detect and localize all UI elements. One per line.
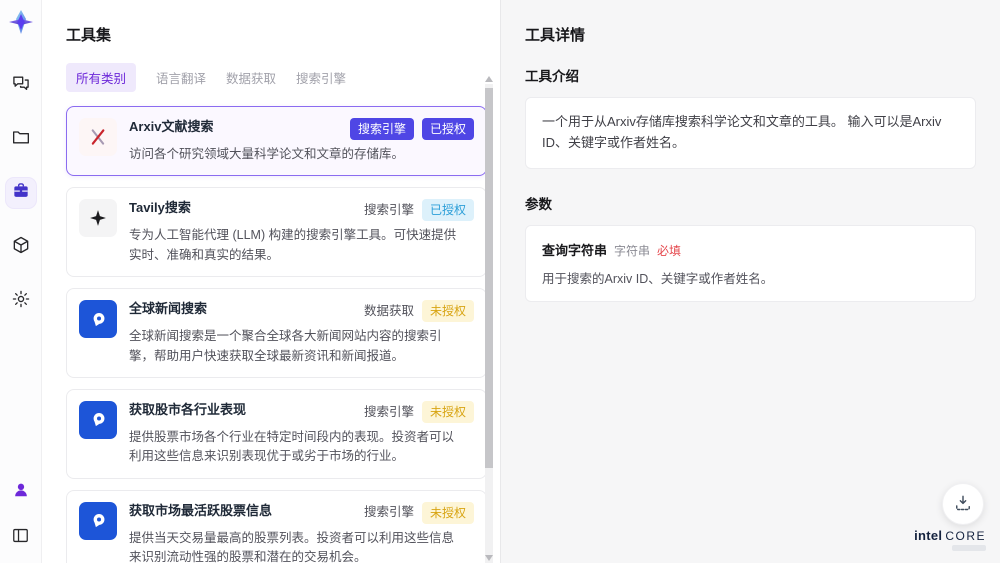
- download-button[interactable]: [942, 483, 984, 525]
- category-badge: 搜索引擎: [363, 404, 414, 419]
- auth-status-badge: 未授权: [421, 400, 474, 423]
- toolbox-icon: [11, 181, 31, 206]
- intro-box: 一个用于从Arxiv存储库搜索科学论文和文章的工具。 输入可以是Arxiv ID…: [525, 97, 976, 169]
- tab-所有类别[interactable]: 所有类别: [66, 63, 137, 92]
- auth-status-badge: 已授权: [421, 199, 474, 222]
- tool-description: 提供股票市场各个行业在特定时间段内的表现。投资者可以利用这些信息来识别表现优于或…: [129, 429, 455, 464]
- tool-description: 全球新闻搜索是一个聚合全球各大新闻网站内容的搜索引擎，帮助用户快速获取全球最新资…: [129, 329, 442, 363]
- arxiv-logo-icon: [79, 118, 117, 156]
- star-icon: [79, 199, 117, 238]
- category-badge: 搜索引擎: [363, 203, 414, 218]
- sidebar-item-user[interactable]: [6, 477, 36, 507]
- folder-icon: [11, 127, 31, 152]
- auth-status-badge: 未授权: [421, 501, 474, 524]
- chat-icon: [11, 73, 31, 98]
- app-window: 工具集 所有类别 语言翻译 数据获取 搜索引擎 Arxiv文献搜索 搜索引擎 已授权 …: [0, 0, 1000, 563]
- params-heading: 参数: [525, 196, 552, 212]
- sidebar-item-folder[interactable]: [6, 124, 36, 154]
- news-globe-icon: [79, 300, 117, 339]
- category-badge: 搜索引擎: [349, 118, 414, 140]
- tool-description: 专为人工智能代理 (LLM) 构建的搜索引擎工具。可快速提供实时、准确和真实的结…: [129, 228, 457, 262]
- tool-name: 获取股市各行业表现: [129, 401, 247, 417]
- sidebar-nav: [5, 70, 36, 316]
- tool-name: Arxiv文献搜索: [129, 119, 214, 134]
- tool-description: 提供当天交易量最高的股票列表。投资者可以利用这些信息来识别流动性强的股票和潜在的…: [129, 530, 455, 563]
- scrollbar[interactable]: [485, 76, 493, 563]
- settings-gear-icon: [11, 289, 31, 314]
- auth-status-badge: 未授权: [421, 300, 474, 323]
- sidebar: [0, 0, 42, 563]
- sidebar-item-panel-toggle[interactable]: [6, 523, 36, 553]
- param-description: 用于搜索的Arxiv ID、关键字或作者姓名。: [542, 271, 774, 286]
- category-tabs: 所有类别 语言翻译 数据获取 搜索引擎: [66, 63, 500, 92]
- tool-list: Arxiv文献搜索 搜索引擎 已授权 访问各个研究领域大量科学论文和文章的存储库…: [66, 106, 487, 563]
- sidebar-item-toolbox[interactable]: [5, 178, 36, 208]
- page-title: 工具集: [66, 27, 112, 44]
- sidebar-item-settings-gear[interactable]: [6, 286, 36, 316]
- param-required-badge: 必填: [657, 243, 682, 258]
- tool-card[interactable]: Tavily搜索 搜索引擎 已授权 专为人工智能代理 (LLM) 构建的搜索引擎…: [66, 187, 487, 278]
- tool-card[interactable]: 获取股市各行业表现 搜索引擎 未授权 提供股票市场各个行业在特定时间段内的表现。…: [66, 388, 487, 479]
- scrollbar-thumb[interactable]: [485, 88, 493, 468]
- auth-status-badge: 已授权: [421, 118, 474, 140]
- scroll-up-arrow-icon[interactable]: [485, 76, 493, 82]
- intel-core-logo: intel core: [914, 528, 986, 551]
- tab-数据获取[interactable]: 数据获取: [226, 63, 276, 92]
- cube-icon: [11, 235, 31, 260]
- download-icon: [953, 493, 973, 516]
- tool-detail-panel: 工具详情 工具介绍 一个用于从Arxiv存储库搜索科学论文和文章的工具。 输入可…: [500, 0, 1000, 563]
- category-badge: 数据获取: [363, 303, 414, 318]
- param-head: 查询字符串 字符串 必填: [542, 240, 959, 259]
- tool-card[interactable]: Arxiv文献搜索 搜索引擎 已授权 访问各个研究领域大量科学论文和文章的存储库…: [66, 106, 487, 177]
- scroll-down-arrow-icon[interactable]: [485, 555, 493, 561]
- tool-card[interactable]: 获取市场最活跃股票信息 搜索引擎 未授权 提供当天交易量最高的股票列表。投资者可…: [66, 489, 487, 563]
- tool-name: Tavily搜索: [129, 200, 191, 216]
- tool-card[interactable]: 全球新闻搜索 数据获取 未授权 全球新闻搜索是一个聚合全球各大新闻网站内容的搜索…: [66, 288, 487, 378]
- tab-语言翻译[interactable]: 语言翻译: [156, 63, 206, 92]
- category-badge: 搜索引擎: [363, 505, 414, 520]
- app-logo-diamond-icon[interactable]: [7, 8, 35, 36]
- detail-title: 工具详情: [525, 27, 586, 44]
- tool-description: 访问各个研究领域大量科学论文和文章的存储库。: [129, 147, 405, 161]
- param-type: 字符串: [614, 243, 651, 258]
- sidebar-bottom: [6, 477, 36, 553]
- param-box: 查询字符串 字符串 必填 用于搜索的Arxiv ID、关键字或作者姓名。: [525, 224, 976, 302]
- tool-list-panel: 工具集 所有类别 语言翻译 数据获取 搜索引擎 Arxiv文献搜索 搜索引擎 已授权 …: [42, 0, 500, 563]
- intel-sub-badge: [952, 545, 986, 551]
- tool-name: 全球新闻搜索: [129, 301, 208, 317]
- sidebar-item-chat[interactable]: [6, 70, 36, 100]
- tool-name: 获取市场最活跃股票信息: [129, 502, 273, 518]
- intro-heading: 工具介绍: [525, 69, 579, 84]
- news-globe-icon: [79, 501, 117, 540]
- core-wordmark: core: [945, 529, 986, 543]
- intro-text: 一个用于从Arxiv存储库搜索科学论文和文章的工具。 输入可以是Arxiv ID…: [542, 114, 942, 150]
- tab-搜索引擎[interactable]: 搜索引擎: [296, 63, 346, 92]
- param-name: 查询字符串: [542, 242, 608, 258]
- news-globe-icon: [79, 400, 117, 439]
- panel-toggle-icon: [11, 526, 30, 550]
- intel-wordmark: intel: [914, 528, 943, 543]
- sidebar-item-cube[interactable]: [6, 232, 36, 262]
- user-icon: [11, 480, 31, 505]
